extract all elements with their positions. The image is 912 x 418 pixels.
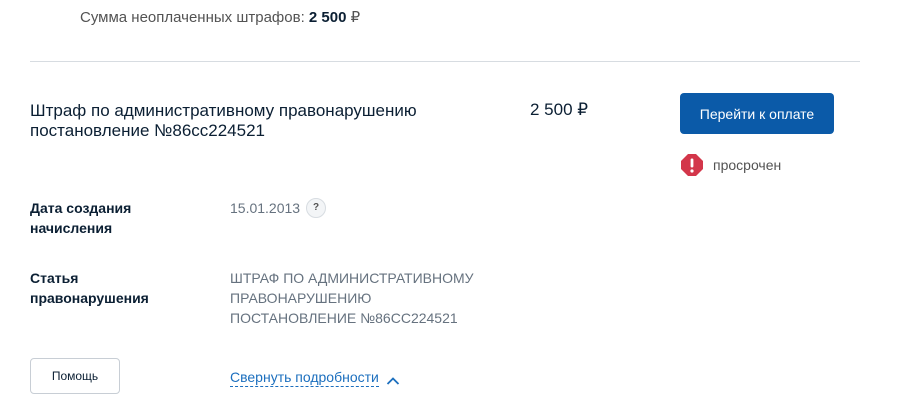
collapse-details-label[interactable]: Свернуть подробности — [230, 368, 379, 387]
summary-label: Сумма неоплаченных штрафов: — [80, 9, 305, 26]
fine-title-line-1: Штраф по административному правонарушени… — [30, 101, 417, 120]
article-label: Статья правонарушения — [30, 268, 149, 308]
status-text: просрочен — [713, 157, 782, 173]
chevron-up-icon[interactable] — [386, 373, 400, 385]
fine-amount: 2 500 ₽ — [530, 100, 589, 119]
date-label: Дата создания начисления — [30, 198, 131, 238]
date-label-line-2: начисления — [30, 220, 113, 236]
article-value-line-3: ПОСТАНОВЛЕНИЕ №86СС224521 — [230, 310, 458, 326]
article-value: ШТРАФ ПО АДМИНИСТРАТИВНОМУ ПРАВОНАРУШЕНИ… — [230, 268, 474, 328]
article-value-line-2: ПРАВОНАРУШЕНИЮ — [230, 290, 372, 306]
fine-title-line-2: постановление №86сс224521 — [30, 121, 266, 140]
status-badge: просрочен — [680, 153, 781, 177]
date-label-line-1: Дата создания — [30, 200, 132, 216]
unpaid-fines-summary: Сумма неоплаченных штрафов: 2 500 ₽ — [80, 8, 360, 26]
date-value-row: 15.01.2013 ? — [230, 198, 327, 218]
summary-currency: ₽ — [350, 9, 361, 26]
question-icon[interactable]: ? — [306, 198, 327, 218]
date-value: 15.01.2013 — [230, 200, 301, 216]
summary-amount: 2 500 — [308, 9, 347, 26]
article-label-line-1: Статья — [30, 270, 79, 286]
article-label-line-2: правонарушения — [30, 290, 149, 306]
pay-button[interactable]: Перейти к оплате — [680, 93, 834, 134]
divider — [30, 61, 860, 62]
fine-title: Штраф по административному правонарушени… — [30, 101, 490, 141]
help-button[interactable]: Помощь — [30, 358, 120, 394]
exclamation-octagon-icon — [680, 153, 704, 177]
article-value-line-1: ШТРАФ ПО АДМИНИСТРАТИВНОМУ — [230, 270, 474, 286]
collapse-details-link[interactable]: Свернуть подробности — [230, 368, 400, 387]
